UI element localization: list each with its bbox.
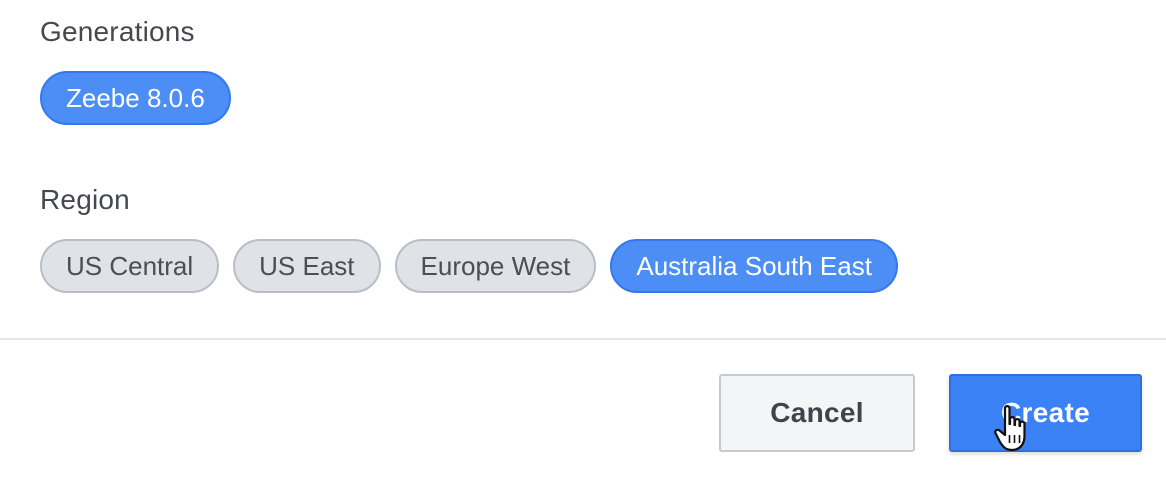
cancel-button[interactable]: Cancel xyxy=(719,374,915,452)
create-button[interactable]: Create xyxy=(949,374,1142,452)
create-cluster-dialog-footer: Generations Zeebe 8.0.6 Region US Centra… xyxy=(0,0,1166,482)
generation-chip-zeebe-8-0-6[interactable]: Zeebe 8.0.6 xyxy=(40,71,231,125)
region-options: US Central US East Europe West Australia… xyxy=(40,239,898,293)
generations-options: Zeebe 8.0.6 xyxy=(40,71,231,125)
region-label: Region xyxy=(40,184,130,215)
region-chip-europe-west[interactable]: Europe West xyxy=(394,239,597,293)
region-chip-australia-south-east[interactable]: Australia South East xyxy=(610,239,898,293)
region-chip-us-central[interactable]: US Central xyxy=(40,239,220,293)
generations-label: Generations xyxy=(40,16,195,47)
region-chip-us-east[interactable]: US East xyxy=(233,239,381,293)
footer-divider xyxy=(0,338,1166,340)
